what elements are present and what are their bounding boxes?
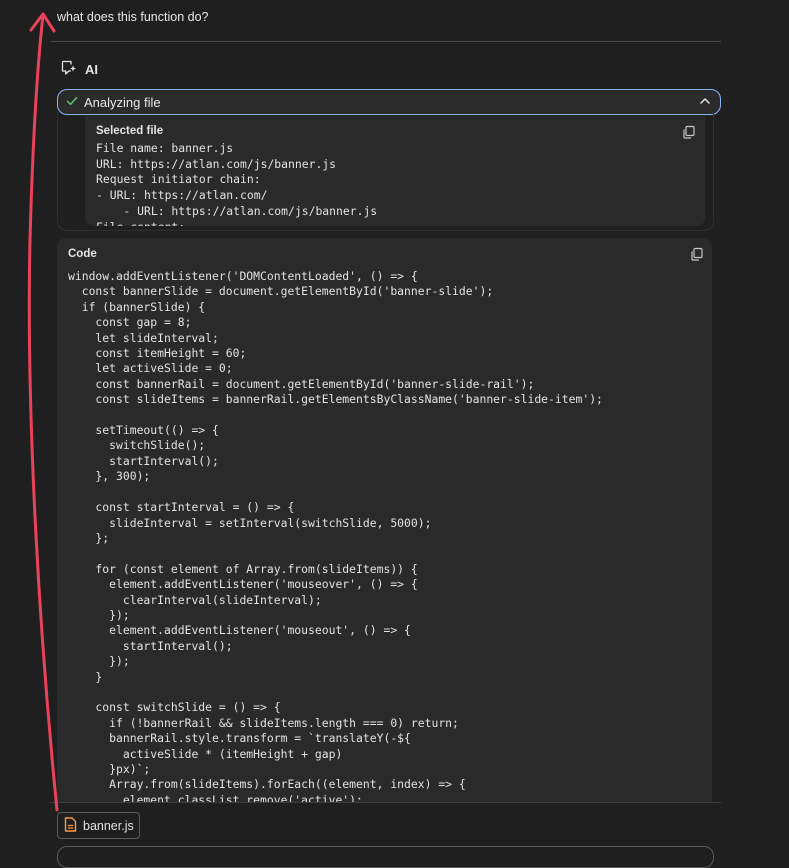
prompt-input[interactable] (57, 846, 714, 868)
file-icon (64, 816, 77, 835)
divider (50, 41, 721, 42)
attached-file-chip[interactable]: banner.js (57, 812, 140, 839)
code-title: Code (68, 248, 97, 260)
ai-response-header: AI (60, 59, 98, 79)
ai-label: AI (85, 61, 98, 77)
code-panel: Code window.addEventListener('DOMContent… (57, 238, 712, 808)
ai-sparkle-icon (60, 59, 77, 79)
attached-file-name: banner.js (83, 818, 134, 833)
analyzing-file-label: Analyzing file (84, 94, 161, 110)
selected-file-details: File name: banner.js URL: https://atlan.… (96, 141, 378, 226)
selected-file-panel: Selected file File name: banner.js URL: … (85, 116, 705, 226)
selected-file-title: Selected file (96, 125, 164, 137)
check-icon (66, 95, 78, 110)
analyzing-file-toggle[interactable]: Analyzing file (57, 89, 721, 115)
user-question: what does this function do? (57, 10, 209, 24)
chevron-up-icon[interactable] (698, 94, 712, 111)
code-block: window.addEventListener('DOMContentLoade… (68, 269, 603, 807)
copy-icon[interactable] (682, 125, 696, 139)
divider (50, 802, 721, 803)
copy-icon[interactable] (690, 247, 704, 261)
